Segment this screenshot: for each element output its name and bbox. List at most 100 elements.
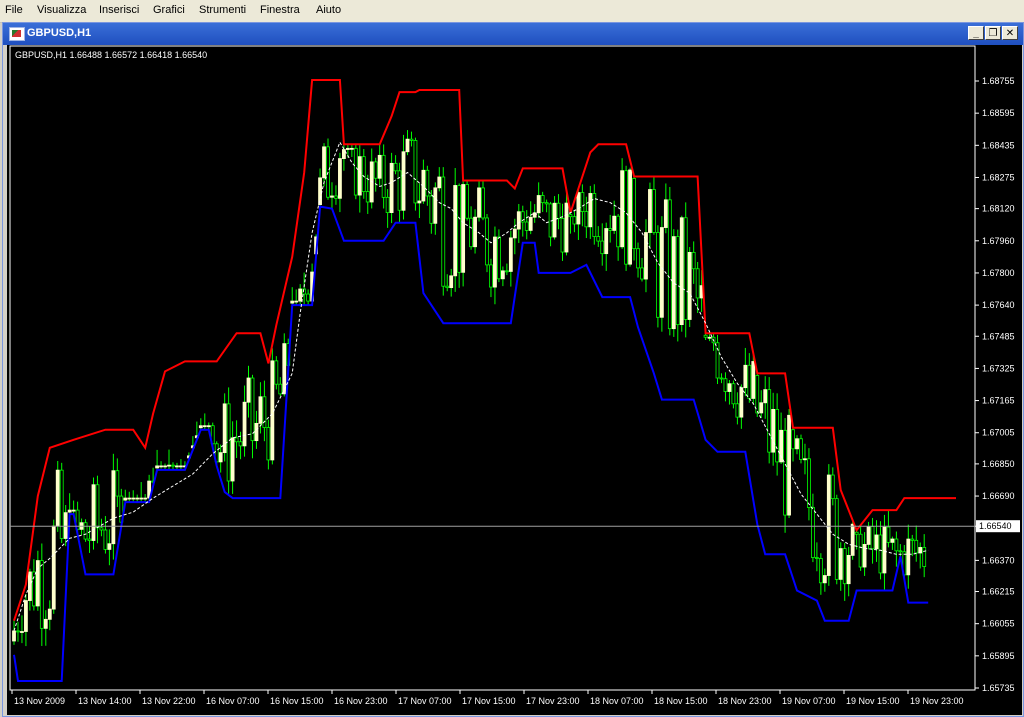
candle-body xyxy=(87,538,92,541)
candle-body xyxy=(858,533,863,568)
candle-body xyxy=(818,558,823,584)
candle-body xyxy=(830,474,835,500)
candle-body xyxy=(99,527,104,531)
menu-aiuto[interactable]: Aiuto xyxy=(316,4,341,16)
candle-body xyxy=(596,236,601,242)
candle-body xyxy=(361,156,366,192)
menu-inserisci[interactable]: Inserisci xyxy=(99,4,139,16)
candle-body xyxy=(671,236,676,330)
candle-body xyxy=(338,158,342,199)
x-tick-label: 18 Nov 07:00 xyxy=(590,696,644,706)
candle-body xyxy=(306,293,311,302)
candle-body xyxy=(723,378,728,392)
x-tick-label: 19 Nov 23:00 xyxy=(910,696,964,706)
candle-body xyxy=(357,156,362,196)
candle-body xyxy=(636,248,640,269)
candle-body xyxy=(47,608,52,620)
candle-body xyxy=(238,441,243,447)
candle-body xyxy=(866,526,871,545)
candle-body xyxy=(198,425,203,429)
candle-body xyxy=(242,401,247,447)
candle-body xyxy=(616,215,621,248)
close-button[interactable]: ✕ xyxy=(1002,26,1018,40)
candle-body xyxy=(504,270,509,273)
y-tick-label: 1.65895 xyxy=(982,651,1015,661)
price-chart[interactable]: 1.68755 1.68595 1.68435 1.68275 1.68120 1.679… xyxy=(7,45,1022,715)
candle-body xyxy=(667,199,672,330)
candle-body xyxy=(449,275,454,289)
candle-body xyxy=(803,458,807,461)
candle-body xyxy=(560,218,565,253)
candle-body xyxy=(258,396,263,424)
candle-body xyxy=(393,162,398,172)
candle-body xyxy=(675,236,680,326)
candle-body xyxy=(580,192,585,212)
candle-body xyxy=(274,360,279,385)
candle-body xyxy=(230,437,235,482)
y-tick-label: 1.65735 xyxy=(982,683,1015,693)
candle-body xyxy=(218,452,223,463)
window-titlebar[interactable]: GBPUSD,H1 _ ❐ ✕ xyxy=(3,23,1023,45)
candle-body xyxy=(854,531,859,535)
menu-file[interactable]: File xyxy=(5,4,23,16)
x-tick-label: 16 Nov 23:00 xyxy=(334,696,388,706)
candle-body xyxy=(838,548,843,580)
restore-button[interactable]: ❐ xyxy=(985,26,1001,40)
menu-strumenti[interactable]: Strumenti xyxy=(199,4,246,16)
chart-area[interactable]: 1.68755 1.68595 1.68435 1.68275 1.68120 1.679… xyxy=(7,45,1022,715)
candle-body xyxy=(123,497,128,501)
x-tick-label: 17 Nov 23:00 xyxy=(526,696,580,706)
y-tick-label: 1.67800 xyxy=(982,268,1015,278)
candle-body xyxy=(767,389,772,453)
x-tick-label: 19 Nov 15:00 xyxy=(846,696,900,706)
candle-body xyxy=(751,361,756,399)
menu-grafici[interactable]: Grafici xyxy=(153,4,185,16)
menu-finestra[interactable]: Finestra xyxy=(260,4,300,16)
candle-body xyxy=(826,474,831,576)
candle-body xyxy=(703,334,708,338)
candle-body xyxy=(441,176,446,287)
candle-body xyxy=(850,523,855,556)
candle-body xyxy=(282,343,287,395)
candle-body xyxy=(695,268,700,299)
menu-visualizza[interactable]: Visualizza xyxy=(37,4,86,16)
y-tick-label: 1.67485 xyxy=(982,331,1015,341)
plot-frame xyxy=(9,45,976,691)
candle-body xyxy=(807,458,811,508)
candle-body xyxy=(592,193,597,237)
candle-body xyxy=(453,185,458,277)
candle-body xyxy=(540,195,545,204)
candle-body xyxy=(922,547,927,567)
candle-body xyxy=(461,184,466,273)
candle-body xyxy=(24,600,28,632)
candle-body xyxy=(202,425,207,428)
candle-body xyxy=(35,560,40,607)
chart-window-icon xyxy=(9,27,25,41)
minimize-button[interactable]: _ xyxy=(968,26,984,40)
candle-body xyxy=(51,525,56,610)
candle-body xyxy=(783,429,787,516)
y-tick-label: 1.68275 xyxy=(982,172,1015,182)
candle-body xyxy=(775,408,780,463)
candle-body xyxy=(584,211,589,228)
candle-body xyxy=(234,437,239,443)
candle-body xyxy=(811,507,815,558)
candle-body xyxy=(349,147,354,150)
y-tick-label: 1.67005 xyxy=(982,428,1015,438)
candle-body xyxy=(477,187,481,218)
y-tick-label: 1.66215 xyxy=(982,587,1015,597)
candle-body xyxy=(735,403,740,418)
y-tick-label: 1.68435 xyxy=(982,140,1015,150)
candle-body xyxy=(95,484,100,529)
candle-body xyxy=(600,240,605,255)
candle-body xyxy=(389,162,394,213)
candle-body xyxy=(572,216,577,225)
y-tick-label: 1.67640 xyxy=(982,300,1015,310)
candle-body xyxy=(469,217,473,248)
candle-body xyxy=(759,402,764,414)
candle-body xyxy=(409,138,414,141)
candle-body xyxy=(345,147,350,150)
candle-body xyxy=(588,193,593,228)
candle-body xyxy=(417,200,422,204)
candle-body xyxy=(489,264,493,288)
